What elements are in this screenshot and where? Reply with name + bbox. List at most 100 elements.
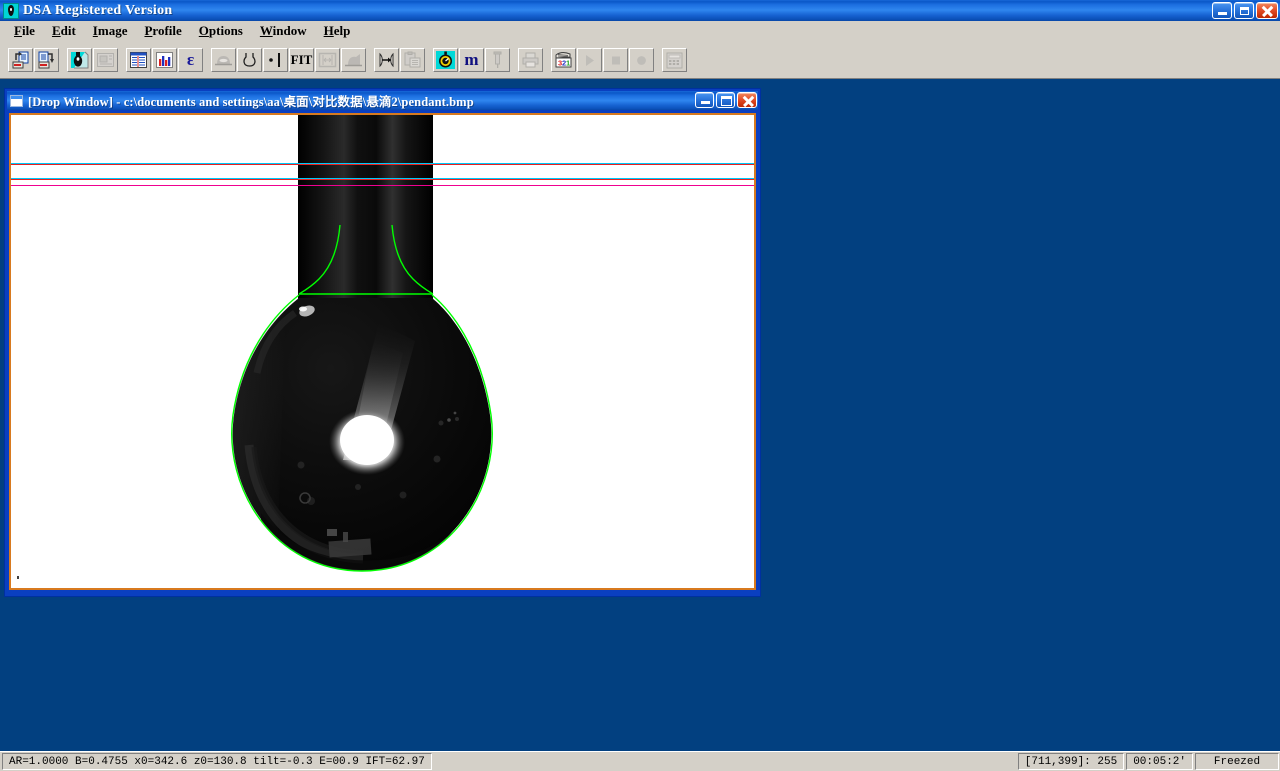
drop-image-button[interactable] xyxy=(67,48,92,72)
schedule-button[interactable]: 3 2 1 xyxy=(551,48,576,72)
menu-mnemonic: O xyxy=(199,23,209,38)
mass-units-button[interactable]: m xyxy=(459,48,484,72)
bubble-button[interactable] xyxy=(341,48,366,72)
menu-label: ptions xyxy=(209,23,243,38)
drop-image-frame xyxy=(9,113,756,590)
printer-icon xyxy=(521,51,541,70)
save-file-icon xyxy=(37,51,57,70)
syringe-button[interactable] xyxy=(485,48,510,72)
document-icon xyxy=(10,95,23,107)
main-close-button[interactable] xyxy=(1256,2,1278,19)
calculator-button[interactable] xyxy=(662,48,687,72)
stop-icon xyxy=(606,51,626,70)
stop-button[interactable] xyxy=(603,48,628,72)
fit-button[interactable]: FIT xyxy=(289,48,314,72)
open-image-button[interactable] xyxy=(8,48,33,72)
red-line-lower xyxy=(11,179,754,180)
status-badge: Freezed xyxy=(1195,753,1279,770)
minimize-icon xyxy=(701,101,710,104)
stopwatch-icon xyxy=(436,51,456,70)
drop-image-canvas[interactable] xyxy=(11,115,754,588)
main-titlebar: DSA Registered Version xyxy=(0,0,1280,21)
mdi-client-area: [Drop Window] - c:\documents and setting… xyxy=(0,79,1280,751)
drop-maximize-button[interactable] xyxy=(716,92,735,108)
menu-label: mage xyxy=(98,23,128,38)
print-button[interactable] xyxy=(518,48,543,72)
play-button[interactable] xyxy=(577,48,602,72)
chart-button[interactable] xyxy=(152,48,177,72)
canvas-marker-dot xyxy=(17,576,19,579)
menu-mnemonic: F xyxy=(14,23,22,38)
data-table-button[interactable] xyxy=(126,48,151,72)
table-grid-icon xyxy=(129,51,149,70)
drop-window-titlebar[interactable]: [Drop Window] - c:\documents and setting… xyxy=(7,91,758,110)
m-units-icon: m xyxy=(460,49,483,71)
pendant-drop-icon xyxy=(240,51,260,70)
magenta-reference-line xyxy=(11,185,754,186)
drop-app-icon xyxy=(3,3,19,19)
play-icon xyxy=(580,51,600,70)
status-timer: 00:05:2' xyxy=(1126,753,1193,770)
main-minimize-button[interactable] xyxy=(1212,2,1232,19)
fit-text-icon: FIT xyxy=(290,49,313,71)
epsilon-icon: ɛ xyxy=(179,49,202,71)
restore-icon xyxy=(1240,7,1249,15)
toolbar: ɛ FIT xyxy=(0,41,1280,79)
dsa-application-window: DSA Registered Version File Edit Image P… xyxy=(0,0,1280,771)
frame-fit-button[interactable] xyxy=(315,48,340,72)
frame-fit-icon xyxy=(318,51,338,70)
save-image-button[interactable] xyxy=(34,48,59,72)
menu-mnemonic: E xyxy=(52,23,61,38)
drop-window: [Drop Window] - c:\documents and setting… xyxy=(4,88,761,597)
minimize-icon xyxy=(1218,12,1227,15)
calibrate-button[interactable] xyxy=(374,48,399,72)
sessile-drop-button[interactable] xyxy=(211,48,236,72)
pendant-drop-button[interactable] xyxy=(237,48,262,72)
menu-item-window[interactable]: Window xyxy=(252,22,316,40)
edge-profile-icon xyxy=(266,51,286,70)
menu-label: elp xyxy=(334,23,351,38)
menu-item-image[interactable]: Image xyxy=(85,22,137,40)
menu-mnemonic: W xyxy=(260,23,273,38)
calculator-icon xyxy=(665,51,685,70)
record-icon xyxy=(632,51,652,70)
menu-label: ile xyxy=(22,23,35,38)
drop-minimize-button[interactable] xyxy=(695,92,714,108)
open-file-icon xyxy=(11,51,31,70)
menu-item-profile[interactable]: Profile xyxy=(136,22,190,40)
clipboard-icon xyxy=(403,51,423,70)
menu-item-edit[interactable]: Edit xyxy=(44,22,85,40)
page-title: DSA Registered Version xyxy=(23,3,172,19)
status-measurements: AR=1.0000 B=0.4755 x0=342.6 z0=130.8 til… xyxy=(2,753,432,770)
bubble-icon xyxy=(344,51,364,70)
menu-item-file[interactable]: File xyxy=(6,22,44,40)
main-window-controls xyxy=(1212,2,1278,19)
menu-item-options[interactable]: Options xyxy=(191,22,252,40)
calendar-321-icon: 3 2 1 xyxy=(554,51,574,70)
menu-label: dit xyxy=(61,23,76,38)
edge-detect-button[interactable] xyxy=(263,48,288,72)
bar-chart-icon xyxy=(155,51,175,70)
frame-grab-icon xyxy=(96,51,116,70)
svg-text:1: 1 xyxy=(566,58,570,67)
statusbar: AR=1.0000 B=0.4755 x0=342.6 z0=130.8 til… xyxy=(0,751,1280,771)
drop-window-title: [Drop Window] - c:\documents and setting… xyxy=(28,91,474,110)
syringe-icon xyxy=(488,51,508,70)
drop-shape-icon xyxy=(70,51,90,70)
maximize-icon xyxy=(721,96,732,106)
menu-mnemonic: H xyxy=(324,23,334,38)
status-cursor-readout: [711,399]: 255 xyxy=(1018,753,1124,770)
sessile-drop-icon xyxy=(214,51,234,70)
frame-grab-button[interactable] xyxy=(93,48,118,72)
stopwatch-button[interactable] xyxy=(433,48,458,72)
copy-report-button[interactable] xyxy=(400,48,425,72)
menu-label: indow xyxy=(273,23,307,38)
drop-window-controls xyxy=(695,92,757,108)
menubar: File Edit Image Profile Options Window H… xyxy=(0,21,1280,41)
menu-item-help[interactable]: Help xyxy=(316,22,360,40)
main-restore-button[interactable] xyxy=(1234,2,1254,19)
epsilon-button[interactable]: ɛ xyxy=(178,48,203,72)
menu-label: rofile xyxy=(152,23,181,38)
drop-close-button[interactable] xyxy=(737,92,757,108)
record-button[interactable] xyxy=(629,48,654,72)
